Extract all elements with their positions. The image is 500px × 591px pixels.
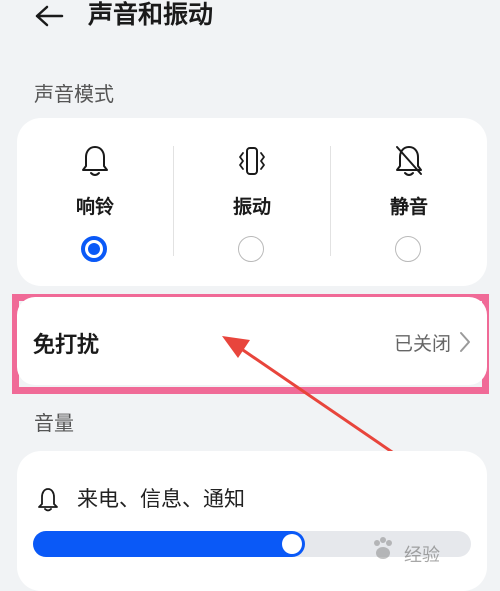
volume-section-title: 音量 (34, 411, 74, 435)
mode-radio-silent[interactable] (395, 236, 421, 262)
mode-option-silent[interactable]: 静音 (331, 118, 487, 286)
watermark-text: 经验 (404, 545, 440, 566)
mode-option-ring[interactable]: 响铃 (17, 118, 173, 286)
paw-logo-icon (374, 537, 392, 559)
mode-label: 振动 (232, 196, 271, 218)
bell-icon (82, 146, 108, 176)
back-arrow-icon[interactable] (34, 4, 64, 28)
chevron-right-icon (460, 332, 470, 352)
volume-card: 来电、信息、通知 (17, 451, 487, 591)
sound-mode-section-title: 声音模式 (34, 82, 114, 106)
bell-off-icon (396, 146, 422, 176)
do-not-disturb-status: 已关闭 (393, 333, 451, 355)
volume-slider-thumb[interactable] (282, 534, 302, 554)
mode-radio-ring[interactable] (81, 236, 107, 262)
do-not-disturb-row[interactable]: 免打扰 已关闭 (17, 297, 487, 385)
do-not-disturb-label: 免打扰 (33, 333, 100, 358)
sound-mode-card: 响铃 振动 静音 (17, 118, 487, 286)
page-title: 声音和振动 (88, 0, 214, 29)
mode-label: 响铃 (75, 196, 114, 218)
header: 声音和振动 (0, 0, 500, 44)
mode-option-vibrate[interactable]: 振动 (174, 118, 330, 286)
volume-slider-fill (33, 531, 305, 557)
mode-label: 静音 (389, 196, 428, 218)
watermark: 经验 (360, 531, 490, 567)
volume-item-label: 来电、信息、通知 (77, 487, 245, 511)
mode-radio-vibrate[interactable] (238, 236, 264, 262)
bell-icon (38, 488, 58, 512)
vibrate-icon (239, 147, 265, 175)
